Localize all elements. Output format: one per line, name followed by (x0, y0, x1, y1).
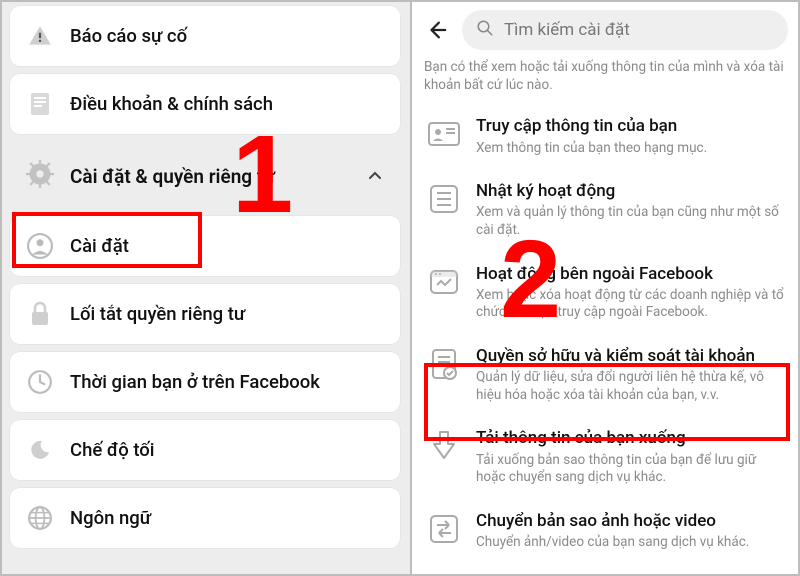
item-desc: Xem và quản lý thông tin của bạn cũng nh… (476, 204, 786, 239)
item-desc: Tải xuống bản sao thông tin của bạn để l… (476, 452, 786, 487)
search-placeholder: Tìm kiếm cài đặt (504, 20, 630, 40)
item-title: Nhật ký hoạt động (476, 181, 786, 202)
back-button[interactable] (424, 19, 450, 41)
item-title: Quyền sở hữu và kiểm soát tài khoản (476, 346, 786, 367)
menu-item-label: Lối tắt quyền riêng tư (70, 303, 245, 325)
document-icon (26, 90, 54, 118)
download-icon (426, 428, 462, 464)
item-title: Truy cập thông tin của bạn (476, 116, 707, 137)
item-activity-log[interactable]: Nhật ký hoạt động Xem và quản lý thông t… (424, 169, 788, 251)
menu-item-report-issue[interactable]: Báo cáo sự cố (10, 6, 400, 66)
section-header-label: Cài đặt & quyền riêng tư (70, 165, 350, 188)
transfer-icon (426, 511, 462, 547)
menu-item-language[interactable]: Ngôn ngữ (10, 488, 400, 548)
item-desc: Quản lý dữ liệu, sửa đổi người liên hệ t… (476, 369, 786, 404)
warning-icon (26, 22, 54, 50)
menu-item-label: Điều khoản & chính sách (70, 93, 273, 115)
menu-item-label: Chế độ tối (70, 439, 155, 461)
item-desc: Xem thông tin của bạn theo hạng mục. (476, 140, 707, 158)
section-intro-text: Bạn có thể xem hoặc tải xuống thông tin … (424, 58, 788, 94)
menu-item-terms-policies[interactable]: Điều khoản & chính sách (10, 74, 400, 134)
section-header-settings-privacy[interactable]: Cài đặt & quyền riêng tư (10, 142, 400, 208)
menu-item-label: Cài đặt (70, 235, 129, 257)
document-check-icon (426, 346, 462, 382)
globe-icon (26, 504, 54, 532)
settings-detail-pane: Tìm kiếm cài đặt Bạn có thể xem hoặc tải… (410, 0, 800, 576)
item-transfer-copy[interactable]: Chuyển bản sao ảnh hoặc video Chuyển ảnh… (424, 499, 788, 564)
menu-item-privacy-shortcuts[interactable]: Lối tắt quyền riêng tư (10, 284, 400, 344)
activity-icon (426, 264, 462, 300)
id-card-icon (426, 116, 462, 152)
chevron-up-icon (366, 167, 384, 185)
item-account-ownership-control[interactable]: Quyền sở hữu và kiểm soát tài khoản Quản… (424, 334, 788, 416)
item-access-your-information[interactable]: Truy cập thông tin của bạn Xem thông tin… (424, 104, 788, 169)
clock-icon (26, 368, 54, 396)
item-desc: Xem hoặc xóa hoạt động từ các doanh nghi… (476, 287, 786, 322)
gear-icon (26, 160, 54, 192)
item-download-your-information[interactable]: Tải thông tin của bạn xuống Tải xuống bả… (424, 416, 788, 498)
menu-item-dark-mode[interactable]: Chế độ tối (10, 420, 400, 480)
item-desc: Chuyển ảnh/video của bạn sang dịch vụ kh… (476, 534, 749, 552)
lock-icon (26, 300, 54, 328)
item-title: Tải thông tin của bạn xuống (476, 428, 786, 449)
search-input[interactable]: Tìm kiếm cài đặt (462, 10, 788, 50)
search-icon (476, 19, 494, 42)
item-off-facebook-activity[interactable]: Hoạt động bên ngoài Facebook Xem hoặc xó… (424, 252, 788, 334)
list-icon (426, 181, 462, 217)
menu-item-label: Thời gian bạn ở trên Facebook (70, 371, 320, 393)
menu-item-label: Báo cáo sự cố (70, 25, 187, 47)
menu-item-label: Ngôn ngữ (70, 507, 151, 529)
item-title: Chuyển bản sao ảnh hoặc video (476, 511, 749, 532)
menu-item-time-on-facebook[interactable]: Thời gian bạn ở trên Facebook (10, 352, 400, 412)
menu-item-settings[interactable]: Cài đặt (10, 216, 400, 276)
avatar-icon (26, 232, 54, 260)
moon-icon (26, 436, 54, 464)
item-title: Hoạt động bên ngoài Facebook (476, 264, 786, 285)
settings-menu-pane: Báo cáo sự cố Điều khoản & chính sách Cà… (0, 0, 410, 576)
